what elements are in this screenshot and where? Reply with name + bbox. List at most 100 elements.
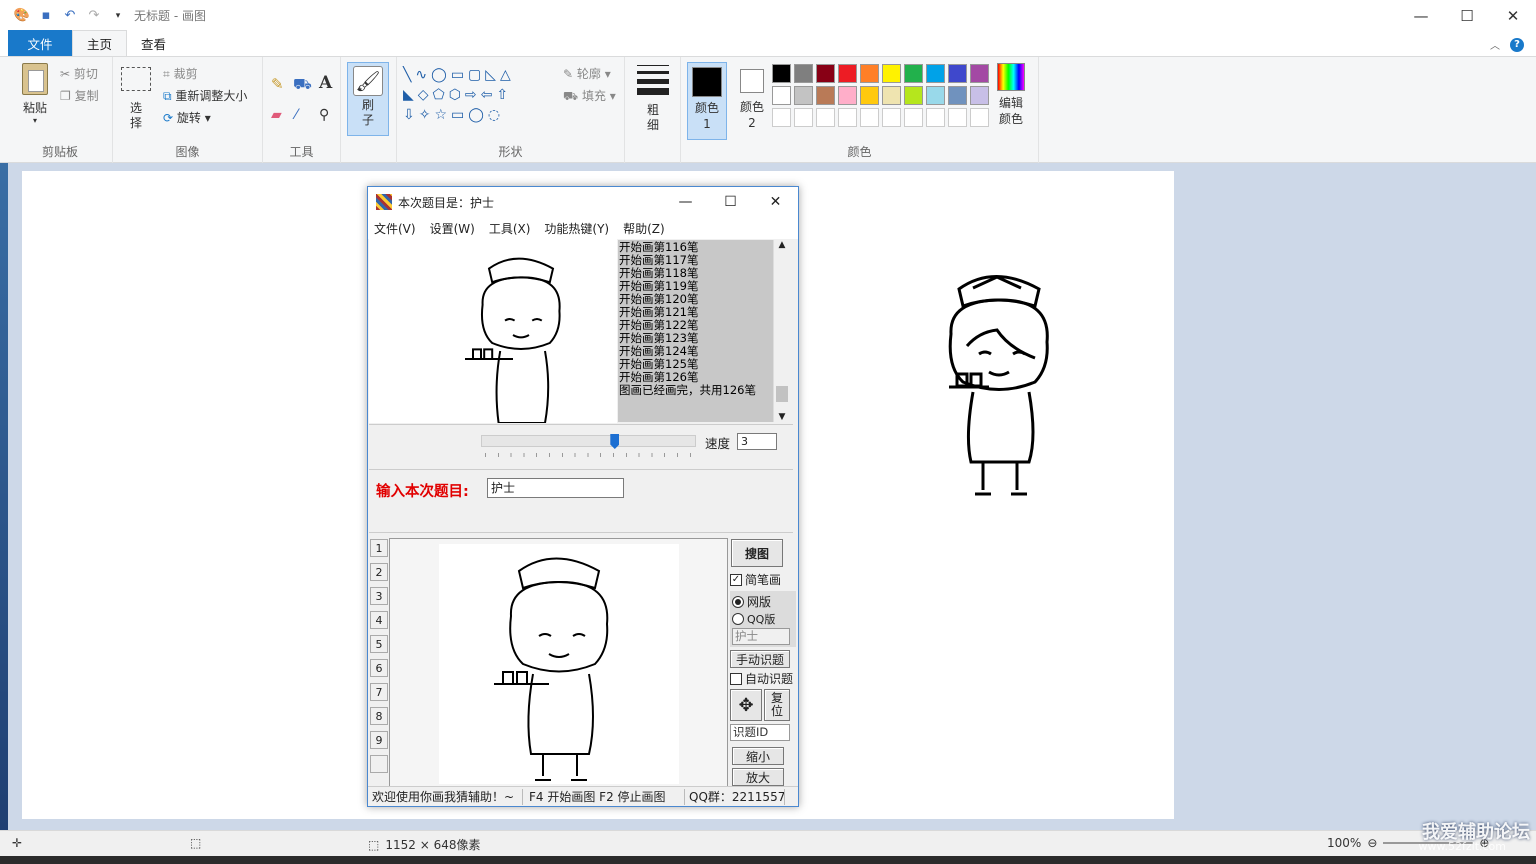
dialog-maximize-button[interactable]: ☐ [708, 187, 753, 217]
page-button[interactable]: 9 [370, 731, 388, 749]
zoom-minus-icon[interactable]: ⊖ [1367, 836, 1377, 850]
minimize-button[interactable]: — [1398, 0, 1444, 31]
rotate-button[interactable]: ⟳ 旋转 ▾ [163, 109, 211, 126]
save-icon[interactable]: ▪ [38, 8, 54, 24]
color-swatch[interactable] [926, 64, 945, 83]
color-swatch[interactable] [882, 108, 901, 127]
page-button[interactable] [370, 755, 388, 773]
menu-help[interactable]: 帮助(Z) [623, 220, 665, 237]
color-picker-icon[interactable]: ⁄ [295, 107, 297, 123]
color-swatch[interactable] [970, 108, 989, 127]
color-swatch[interactable] [816, 86, 835, 105]
brush-button[interactable]: 🖌 刷子 [347, 62, 389, 136]
color-swatch[interactable] [882, 64, 901, 83]
color-swatch[interactable] [816, 64, 835, 83]
color-swatch[interactable] [904, 86, 923, 105]
size-button[interactable]: 粗细 [633, 65, 673, 133]
page-button[interactable]: 8 [370, 707, 388, 725]
qq-version-radio[interactable]: QQ版 [732, 610, 796, 627]
zoom-in-button[interactable]: 放大 [732, 768, 784, 786]
color-swatch[interactable] [948, 64, 967, 83]
color-swatch[interactable] [860, 64, 879, 83]
color-swatch[interactable] [772, 108, 791, 127]
scroll-up-icon[interactable]: ▲ [774, 240, 790, 250]
page-button[interactable]: 5 [370, 635, 388, 653]
outline-button[interactable]: ✎ 轮廓 ▾ [563, 65, 611, 82]
color-swatch[interactable] [794, 64, 813, 83]
page-button[interactable]: 7 [370, 683, 388, 701]
collapse-ribbon-icon[interactable]: ︿ [1490, 37, 1500, 52]
fill-button[interactable]: ⛟ 填充 ▾ [563, 87, 616, 105]
move-arrows-button[interactable]: ✥ [730, 689, 762, 721]
color-swatch[interactable] [860, 108, 879, 127]
manual-recognize-button[interactable]: 手动识题 [730, 650, 790, 668]
zoom-out-button[interactable]: 缩小 [732, 747, 784, 765]
speed-slider-track[interactable] [481, 435, 696, 447]
paste-button[interactable]: 粘贴 ▾ [14, 63, 56, 125]
edit-colors-button[interactable]: 编辑颜色 [991, 63, 1031, 127]
color-swatch[interactable] [948, 86, 967, 105]
menu-file[interactable]: 文件(V) [374, 220, 416, 237]
menu-hotkeys[interactable]: 功能热键(Y) [544, 220, 609, 237]
menu-settings[interactable]: 设置(W) [430, 220, 475, 237]
color-swatch[interactable] [904, 64, 923, 83]
page-button[interactable]: 6 [370, 659, 388, 677]
redo-icon[interactable]: ↷ [86, 8, 102, 24]
shapes-gallery[interactable]: ╲∿◯▭▢◺△ ◣◇⬠⬡⇨⇦⇧ ⇩✧☆▭◯◌ [403, 65, 553, 125]
tab-file[interactable]: 文件 [8, 30, 72, 56]
tab-view[interactable]: 查看 [127, 30, 180, 56]
color-swatch[interactable] [970, 86, 989, 105]
color2-button[interactable]: 颜色 2 [733, 62, 771, 140]
auto-recognize-checkbox[interactable]: 自动识题 [730, 670, 796, 687]
color-swatch[interactable] [838, 108, 857, 127]
color-swatch[interactable] [970, 64, 989, 83]
crop-button[interactable]: ⌗ 裁剪 [163, 65, 198, 82]
magnifier-icon[interactable]: ⚲ [319, 107, 329, 123]
scroll-thumb[interactable] [776, 386, 788, 402]
simple-drawing-checkbox[interactable]: ✓ 简笔画 [730, 571, 796, 588]
cut-button[interactable]: ✂ 剪切 [60, 65, 98, 82]
topic-input[interactable]: 护士 [487, 478, 624, 498]
speed-input[interactable]: 3 [737, 433, 777, 450]
color-swatch[interactable] [948, 108, 967, 127]
resize-button[interactable]: ⧉ 重新调整大小 [163, 87, 247, 104]
menu-tools[interactable]: 工具(X) [489, 220, 531, 237]
undo-icon[interactable]: ↶ [62, 8, 78, 24]
tab-home[interactable]: 主页 [72, 30, 128, 56]
eraser-icon[interactable]: ▰ [271, 107, 282, 123]
page-button[interactable]: 3 [370, 587, 388, 605]
log-scrollbar[interactable]: ▲ ▼ [773, 240, 790, 422]
maximize-button[interactable]: ☐ [1444, 0, 1490, 31]
recognize-id-field[interactable]: 识题ID [730, 724, 790, 741]
page-button[interactable]: 1 [370, 539, 388, 557]
help-icon[interactable]: ? [1510, 37, 1524, 52]
web-version-radio[interactable]: 网版 [732, 593, 796, 610]
close-button[interactable]: ✕ [1490, 0, 1536, 31]
page-button[interactable]: 4 [370, 611, 388, 629]
fill-bucket-icon[interactable]: ⛟ [293, 75, 312, 95]
text-tool-icon[interactable]: A [319, 73, 332, 93]
color-swatch[interactable] [772, 64, 791, 83]
color-swatch[interactable] [904, 108, 923, 127]
color-swatch[interactable] [794, 108, 813, 127]
customize-qat-icon[interactable]: ▾ [110, 8, 126, 24]
color-swatch[interactable] [838, 64, 857, 83]
select-button[interactable]: 选择 [119, 67, 153, 131]
result-image[interactable] [439, 544, 679, 784]
recognize-field[interactable]: 护士 [732, 628, 790, 645]
color-swatch[interactable] [860, 86, 879, 105]
color-swatch[interactable] [816, 108, 835, 127]
scroll-down-icon[interactable]: ▼ [774, 412, 790, 422]
color-swatch[interactable] [794, 86, 813, 105]
copy-button[interactable]: ❐ 复制 [60, 87, 99, 104]
search-image-button[interactable]: 搜图 [731, 539, 783, 567]
reset-button[interactable]: 复位 [764, 689, 790, 721]
color-swatch[interactable] [882, 86, 901, 105]
pencil-icon[interactable]: ✎ [271, 75, 284, 93]
color-swatch[interactable] [838, 86, 857, 105]
color-swatch[interactable] [926, 86, 945, 105]
color-swatch[interactable] [772, 86, 791, 105]
dialog-close-button[interactable]: ✕ [753, 187, 798, 217]
dialog-minimize-button[interactable]: — [663, 187, 708, 217]
color-swatch[interactable] [926, 108, 945, 127]
